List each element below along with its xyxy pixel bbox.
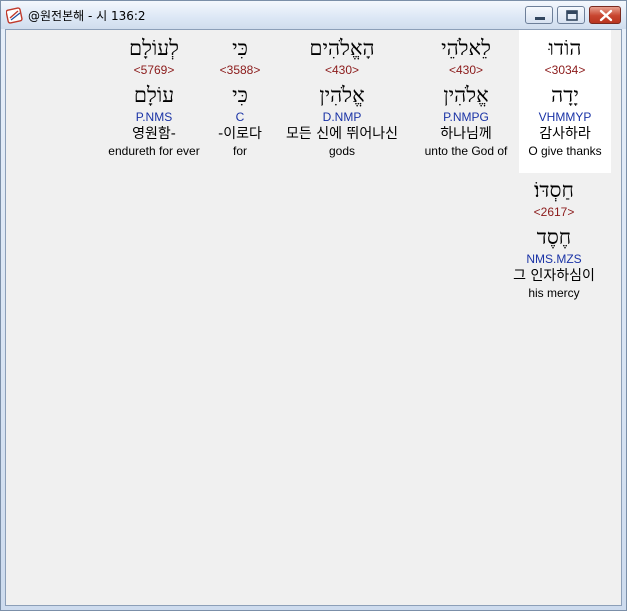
maximize-icon <box>566 10 578 21</box>
hebrew-lemma: עוֹלָם <box>133 83 175 107</box>
strong-number[interactable]: <2617> <box>501 204 607 220</box>
parsing-code: NMS.MZS <box>526 252 582 266</box>
korean-gloss: 그 인자하심이 <box>513 268 595 284</box>
korean-gloss: 모든 신에 뛰어나신 <box>286 126 398 142</box>
parsing-code: P.NMS <box>135 110 173 124</box>
strong-number[interactable]: <3588> <box>210 62 270 78</box>
strong-number[interactable]: <3034> <box>519 62 611 78</box>
parsing-code: C <box>235 110 245 124</box>
window-title: @원전본해 - 시 136:2 <box>28 9 146 23</box>
hebrew-word: לְעוֹלָם <box>128 36 179 60</box>
english-gloss: unto the God of <box>424 144 508 158</box>
english-gloss: O give thanks <box>528 144 602 158</box>
strong-number[interactable]: <430> <box>416 62 516 78</box>
korean-gloss: 영원함- <box>132 126 176 142</box>
close-icon <box>599 9 613 22</box>
word-column-1[interactable]: הוֹדוּ <3034> יָדָה VHMMYP 감사하라 O give t… <box>519 30 611 173</box>
hebrew-lemma: כִּי <box>232 83 248 107</box>
strong-number[interactable]: <5769> <box>102 62 206 78</box>
hebrew-word: חַסְדּוֹ׃ <box>534 178 574 202</box>
word-column-3[interactable]: הָאֱלֹהִים <430> אֱלֹהִין D.NMP 모든 신에 뛰어… <box>274 30 410 173</box>
interlinear-view[interactable]: הוֹדוּ <3034> יָדָה VHMMYP 감사하라 O give t… <box>5 29 622 606</box>
close-button[interactable] <box>589 6 621 24</box>
title-bar[interactable]: @원전본해 - 시 136:2 <box>1 1 626 29</box>
minimize-icon <box>535 17 545 20</box>
hebrew-lemma: אֱלֹהִין <box>319 83 365 107</box>
hebrew-word: כִּי <box>232 36 248 60</box>
parsing-code: P.NMPG <box>443 110 489 124</box>
english-gloss: endureth for ever <box>108 144 200 158</box>
hebrew-lemma: אֱלֹהִין <box>443 83 489 107</box>
word-column-5[interactable]: לְעוֹלָם <5769> עוֹלָם P.NMS 영원함- endure… <box>102 30 206 173</box>
parsing-code: D.NMP <box>322 110 362 124</box>
korean-gloss: 감사하라 <box>539 126 591 142</box>
word-column-2[interactable]: לֵאלֹהֵי <430> אֱלֹהִין P.NMPG 하나님께 unto… <box>416 30 516 173</box>
app-window: @원전본해 - 시 136:2 הוֹדוּ <3034> יָדָה VHMM… <box>0 0 627 611</box>
hebrew-word: הָאֱלֹהִים <box>309 36 375 60</box>
maximize-button[interactable] <box>557 6 585 24</box>
app-book-icon <box>5 6 24 24</box>
hebrew-lemma: חֶסֶד <box>536 225 572 249</box>
korean-gloss: 하나님께 <box>440 126 492 142</box>
parsing-code: VHMMYP <box>538 110 592 124</box>
minimize-button[interactable] <box>525 6 553 24</box>
strong-number[interactable]: <430> <box>274 62 410 78</box>
hebrew-word: הוֹדוּ <box>548 36 582 60</box>
korean-gloss: -이로다 <box>218 126 262 142</box>
hebrew-word: לֵאלֹהֵי <box>441 36 491 60</box>
hebrew-lemma: יָדָה <box>551 83 579 107</box>
english-gloss: his mercy <box>528 286 580 300</box>
word-column-6[interactable]: חַסְדּוֹ׃ <2617> חֶסֶד NMS.MZS 그 인자하심이 h… <box>501 176 607 306</box>
english-gloss: gods <box>328 144 356 158</box>
word-column-4[interactable]: כִּי <3588> כִּי C -이로다 for <box>210 30 270 173</box>
english-gloss: for <box>232 144 247 158</box>
